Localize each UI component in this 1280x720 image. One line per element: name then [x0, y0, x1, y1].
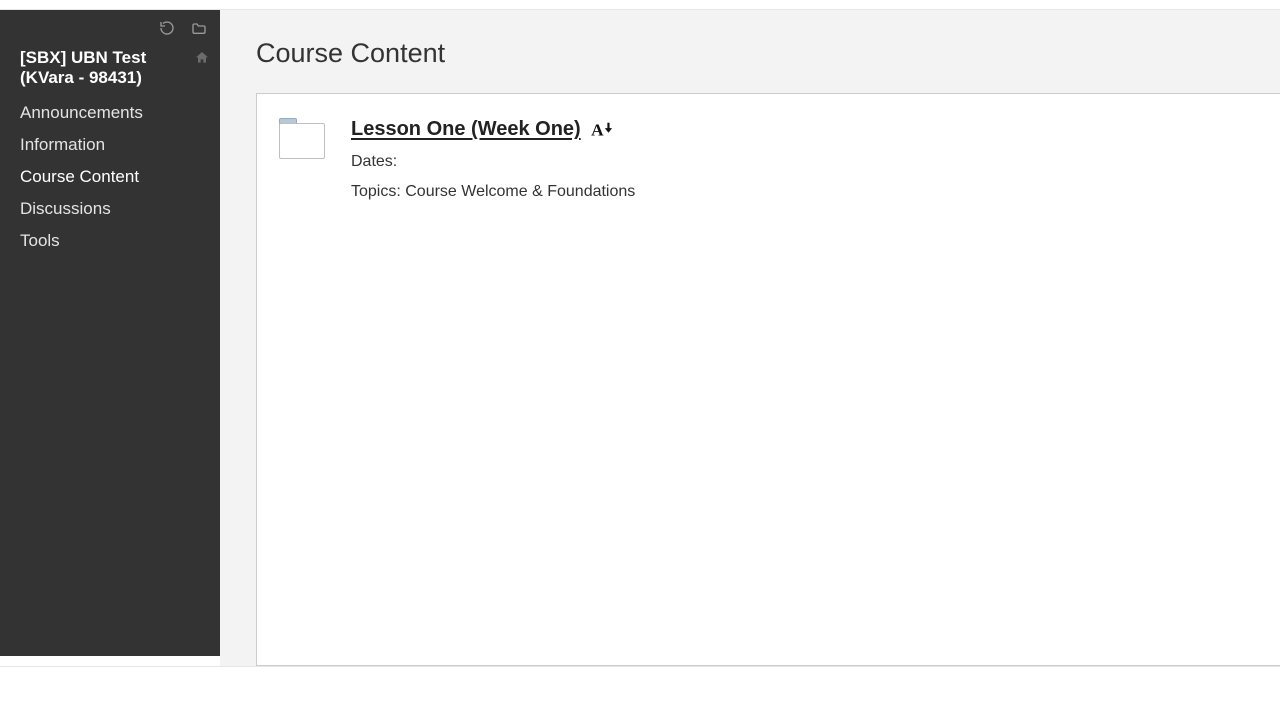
sidebar-nav: Announcements Information Course Content…	[0, 97, 220, 257]
top-strip	[0, 0, 1280, 10]
sidebar-item-label: Course Content	[20, 167, 139, 186]
course-title: [SBX] UBN Test (KVara - 98431)	[20, 48, 186, 89]
dates-label: Dates:	[351, 153, 397, 170]
folder-icon[interactable]	[190, 19, 208, 37]
home-icon[interactable]	[194, 50, 210, 66]
sidebar-course-header[interactable]: [SBX] UBN Test (KVara - 98431)	[0, 42, 220, 97]
content-item-dates: Dates:	[351, 153, 635, 171]
page-title: Course Content	[220, 10, 1280, 93]
content-item-topics: Topics: Course Welcome & Foundations	[351, 183, 635, 201]
sidebar-item-label: Information	[20, 135, 105, 154]
sidebar-item-course-content[interactable]: Course Content	[0, 161, 220, 193]
sidebar-item-label: Announcements	[20, 103, 143, 122]
content-item-body: Lesson One (Week One) A Dates:	[351, 116, 635, 201]
content-item-link[interactable]: Lesson One (Week One)	[351, 118, 581, 141]
ally-download-icon[interactable]: A	[591, 120, 615, 140]
sidebar-item-announcements[interactable]: Announcements	[0, 97, 220, 129]
sidebar-item-discussions[interactable]: Discussions	[0, 193, 220, 225]
course-sidebar: [SBX] UBN Test (KVara - 98431) Announcem…	[0, 10, 220, 656]
content-item-title-row: Lesson One (Week One) A	[351, 118, 635, 141]
sidebar-item-information[interactable]: Information	[0, 129, 220, 161]
bottom-strip	[0, 666, 1280, 720]
sidebar-item-tools[interactable]: Tools	[0, 225, 220, 257]
main-area: Course Content Lesson One (Week One) A	[220, 10, 1280, 666]
app-shell: [SBX] UBN Test (KVara - 98431) Announcem…	[0, 10, 1280, 666]
sidebar-toolbar	[0, 10, 220, 42]
content-item: Lesson One (Week One) A Dates:	[279, 116, 1258, 201]
refresh-icon[interactable]	[158, 19, 176, 37]
sidebar-item-label: Tools	[20, 231, 60, 250]
content-folder-icon	[279, 118, 325, 164]
svg-text:A: A	[591, 120, 604, 139]
content-panel: Lesson One (Week One) A Dates:	[256, 93, 1280, 666]
sidebar-item-label: Discussions	[20, 199, 111, 218]
